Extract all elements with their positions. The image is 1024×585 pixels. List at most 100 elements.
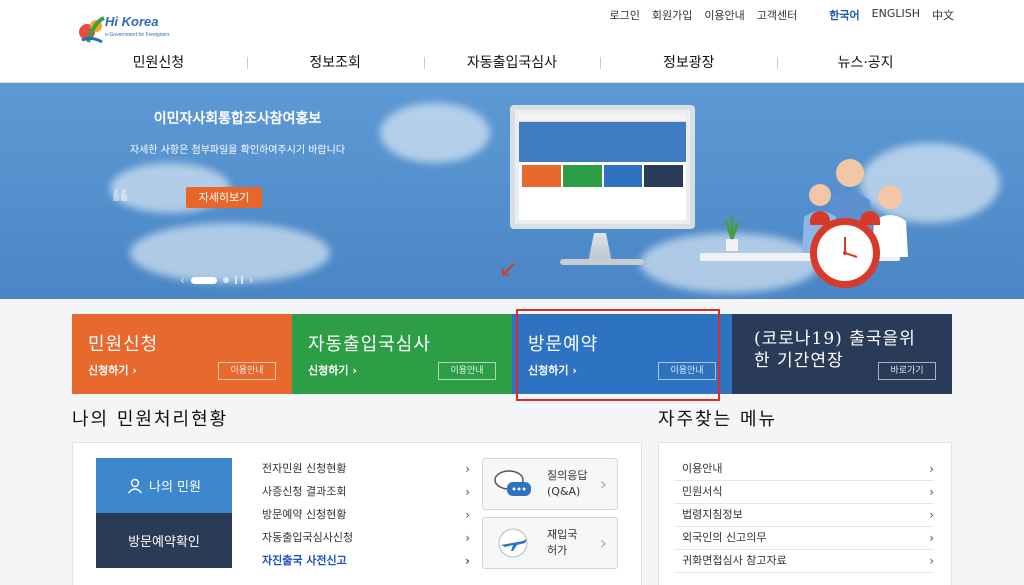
- status-item-label: 자진출국 사전신고: [262, 554, 347, 567]
- status-item-label: 자동출입국심사신청: [262, 531, 354, 544]
- site-header: Hi Korea e-Government for Foreigners 로그인…: [0, 0, 1024, 83]
- usage-guide-link[interactable]: 이용안내: [704, 7, 744, 23]
- chevron-right-icon: ›: [132, 364, 137, 377]
- reentry-label: 재입국 허가: [547, 527, 600, 559]
- qa-label-line: (Q&A): [547, 485, 581, 498]
- status-item-label: 사증신청 결과조회: [262, 485, 347, 498]
- monitor-base: [560, 259, 644, 265]
- main-nav: 민원신청 정보조회 자동출입국심사 정보광장 뉴스·공지: [70, 48, 954, 78]
- qa-label-line: 질의응답: [547, 469, 588, 482]
- tile-visit-reservation[interactable]: 방문예약 신청하기 › 이용안내: [512, 314, 732, 394]
- lang-chinese[interactable]: 中文: [932, 7, 954, 23]
- tile-guide-button[interactable]: 이용안내: [438, 362, 496, 380]
- lang-korean[interactable]: 한국어: [829, 7, 859, 23]
- frequent-item-label: 민원서식: [682, 485, 723, 498]
- slider-next-icon[interactable]: ›: [249, 273, 254, 287]
- tile-title: 방문예약: [528, 334, 599, 355]
- monitor-screen-banner: [519, 122, 686, 162]
- my-civil-button[interactable]: 나의 민원: [96, 458, 232, 513]
- nav-auto-immigration[interactable]: 자동출입국심사: [423, 48, 601, 78]
- frequent-item-report-duty[interactable]: 외국인의 신고의무 ›: [674, 527, 934, 550]
- hero-banner[interactable]: ❝ 이민자사회통합조사참여홍보 자세한 사항은 첨부파일을 확인하여주시기 바랍…: [0, 83, 1024, 299]
- nav-news-notice[interactable]: 뉴스·공지: [777, 48, 954, 78]
- tile-apply-link[interactable]: 신청하기 ›: [528, 362, 577, 378]
- chevron-right-icon: ›: [929, 554, 934, 568]
- status-item-e-civil[interactable]: 전자민원 신청현황 ›: [262, 460, 470, 483]
- hero-title: 이민자사회통합조사참여홍보: [153, 111, 322, 127]
- tile-apply-link[interactable]: 신청하기 ›: [88, 362, 137, 378]
- chevron-right-icon: ›: [465, 554, 470, 568]
- frequent-item-law-guidelines[interactable]: 법령지침정보 ›: [674, 504, 934, 527]
- frequent-item-label: 이용안내: [682, 462, 723, 475]
- reentry-label-line: 허가: [547, 544, 568, 557]
- frequent-item-label: 귀화면접심사 참고자료: [682, 554, 787, 567]
- status-item-label: 전자민원 신청현황: [262, 462, 347, 475]
- monitor-illustration: [510, 105, 695, 229]
- tile-title-line: 한 기간연장: [754, 351, 844, 371]
- chevron-right-icon: ›: [572, 364, 577, 377]
- slider-dot[interactable]: [222, 277, 229, 283]
- tile-guide-button[interactable]: 이용안내: [658, 362, 716, 380]
- frequent-item-usage-guide[interactable]: 이용안내 ›: [674, 458, 934, 481]
- monitor-screen-header: [519, 114, 686, 122]
- visit-confirm-button[interactable]: 방문예약확인: [96, 513, 232, 568]
- logo-subtext: e-Government for Foreigners: [105, 32, 170, 38]
- status-item-visa-result[interactable]: 사증신청 결과조회 ›: [262, 483, 470, 506]
- tile-guide-button[interactable]: 이용안내: [218, 362, 276, 380]
- tile-apply-link[interactable]: 신청하기 ›: [308, 362, 357, 378]
- slider-dot-active[interactable]: [190, 276, 217, 284]
- chevron-right-icon: ›: [465, 462, 470, 476]
- frequent-menu-list: 이용안내 › 민원서식 › 법령지침정보 › 외국인의 신고의무 › 귀화면접심사 참고…: [674, 458, 934, 573]
- reentry-label-line: 재입국: [547, 528, 578, 541]
- tile-title-line: (코로나19) 출국을위: [754, 329, 916, 349]
- util-spacer: [809, 7, 817, 23]
- my-status-title: 나의 민원처리현황: [72, 409, 229, 430]
- login-link[interactable]: 로그인: [609, 7, 639, 23]
- user-icon: [127, 478, 143, 493]
- nav-info-inquiry[interactable]: 정보조회: [246, 48, 424, 78]
- hero-details-button[interactable]: 자세히보기: [186, 187, 262, 208]
- red-arrow-annotation-icon: ↓: [491, 255, 523, 286]
- reentry-permit-button[interactable]: 재입국 허가 ›: [482, 517, 618, 569]
- tile-auto-immigration[interactable]: 자동출입국심사 신청하기 › 이용안내: [292, 314, 512, 394]
- status-list: 전자민원 신청현황 › 사증신청 결과조회 › 방문예약 신청현황 › 자동출입국심사…: [262, 460, 470, 575]
- quote-mark-icon: ❝: [110, 183, 130, 224]
- monitor-block: [522, 165, 561, 187]
- chevron-right-icon: ›: [465, 485, 470, 499]
- tile-covid-extension[interactable]: (코로나19) 출국을위 한 기간연장 바로가기: [732, 314, 952, 394]
- chevron-right-icon: ›: [929, 531, 934, 545]
- lang-english[interactable]: ENGLISH: [872, 7, 920, 23]
- clock-face-icon: [843, 237, 858, 258]
- chevron-right-icon: ›: [465, 531, 470, 545]
- signup-link[interactable]: 회원가입: [652, 7, 692, 23]
- tile-civil-application[interactable]: 민원신청 신청하기 › 이용안내: [72, 314, 292, 394]
- chevron-right-icon: ›: [929, 462, 934, 476]
- monitor-screen: [519, 114, 686, 220]
- status-item-auto-immigration[interactable]: 자동출입국심사신청 ›: [262, 529, 470, 552]
- tile-title: 민원신청: [88, 334, 159, 355]
- utility-nav: 로그인 회원가입 이용안내 고객센터 한국어 ENGLISH 中文: [609, 7, 954, 23]
- status-item-voluntary-departure[interactable]: 자진출국 사전신고 ›: [262, 552, 470, 575]
- quick-service-tiles: 민원신청 신청하기 › 이용안내 자동출입국심사 신청하기 › 이용안내 방문예…: [72, 314, 952, 394]
- customer-center-link[interactable]: 고객센터: [757, 7, 797, 23]
- status-item-visit-reservation[interactable]: 방문예약 신청현황 ›: [262, 506, 470, 529]
- frequent-item-naturalization-ref[interactable]: 귀화면접심사 참고자료 ›: [674, 550, 934, 573]
- hero-subtitle: 자세한 사항은 첨부파일을 확인하여주시기 바랍니다: [129, 145, 346, 156]
- alarm-clock-icon: [810, 218, 880, 288]
- speech-bubble-icon: [494, 470, 531, 496]
- frequent-item-civil-forms[interactable]: 민원서식 ›: [674, 481, 934, 504]
- qa-button[interactable]: 질의응답 (Q&A) ›: [482, 458, 618, 510]
- qa-label: 질의응답 (Q&A): [547, 468, 600, 500]
- chevron-right-icon: ›: [929, 485, 934, 499]
- slider-prev-icon[interactable]: ‹: [180, 273, 185, 287]
- monitor-block: [562, 165, 602, 187]
- nav-info-square[interactable]: 정보광장: [600, 48, 777, 78]
- chevron-right-icon: ›: [929, 508, 934, 522]
- status-item-label: 방문예약 신청현황: [262, 508, 347, 521]
- nav-civil-application[interactable]: 민원신청: [70, 48, 247, 78]
- slider-pause-icon[interactable]: [234, 276, 243, 284]
- tile-shortcut-button[interactable]: 바로가기: [878, 362, 936, 380]
- slider-controls: ‹ ›: [180, 273, 254, 287]
- tile-apply-label: 신청하기: [528, 364, 569, 377]
- plant-icon: [724, 217, 740, 251]
